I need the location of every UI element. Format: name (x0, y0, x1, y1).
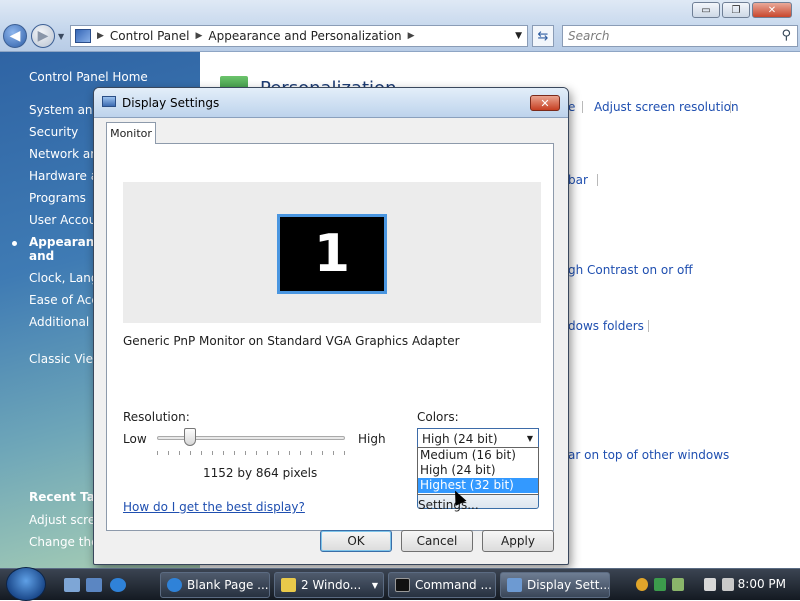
search-placeholder: Search (568, 29, 610, 43)
help-link[interactable]: How do I get the best display? (123, 500, 305, 514)
colors-label: Colors: (417, 410, 459, 424)
resolution-slider-ticks (157, 451, 345, 455)
resolution-low-label: Low (123, 432, 147, 446)
nav-user-accounts[interactable]: User Accounts (29, 213, 93, 227)
recent-task-change[interactable]: Change the (29, 535, 93, 549)
adapter-name: Generic PnP Monitor on Standard VGA Grap… (123, 334, 460, 348)
task-label: Blank Page ... (187, 578, 269, 592)
colors-option-medium[interactable]: Medium (16 bit) (418, 448, 538, 463)
system-tray: 8:00 PM (632, 569, 800, 601)
refresh-icon: ⇆ (537, 28, 549, 44)
task-display-settings[interactable]: Display Sett... (500, 572, 610, 598)
security-alert-icon[interactable] (636, 578, 648, 591)
windows-defender-icon[interactable] (654, 578, 666, 591)
network-icon[interactable] (672, 578, 684, 591)
recent-tasks-heading: Recent Tasks (29, 490, 93, 504)
internet-explorer-icon[interactable] (110, 578, 126, 592)
link-divider (648, 320, 649, 332)
breadcrumb-separator-icon[interactable]: ▶ (196, 31, 203, 41)
resolution-value: 1152 by 864 pixels (203, 466, 318, 480)
resolution-label: Resolution: (123, 410, 190, 424)
network-disconnected-icon[interactable] (704, 578, 716, 591)
dialog-title-bar[interactable]: Display Settings ✕ (94, 88, 568, 118)
link-divider (597, 174, 598, 186)
link-high-contrast[interactable]: gh Contrast on or off (568, 263, 693, 277)
back-button[interactable]: ◀ (3, 24, 27, 48)
nav-additional-options[interactable]: Additional Options (29, 315, 93, 329)
switch-windows-icon[interactable] (86, 578, 102, 592)
control-panel-icon (75, 29, 91, 43)
chevron-down-icon[interactable]: ▼ (527, 434, 533, 443)
refresh-button[interactable]: ⇆ (532, 25, 554, 47)
apply-button[interactable]: Apply (482, 530, 554, 552)
arrow-left-icon: ◀ (9, 28, 21, 44)
window-controls: ▭ ❐ ✕ (692, 2, 792, 18)
colors-option-highest[interactable]: Highest (32 bit) (418, 478, 538, 493)
link-taskbar[interactable]: bar (568, 173, 588, 187)
nav-clock-language[interactable]: Clock, Language, and Region (29, 271, 93, 285)
internet-explorer-icon (167, 578, 182, 592)
ok-button[interactable]: OK (320, 530, 392, 552)
dialog-title: Display Settings (122, 96, 220, 110)
nav-hardware[interactable]: Hardware and Sound (29, 169, 93, 183)
colors-dropdown-list: Medium (16 bit) High (24 bit) Highest (3… (417, 447, 539, 495)
colors-option-high[interactable]: High (24 bit) (418, 463, 538, 478)
task-label: 2 Windo... (301, 578, 362, 592)
address-bar[interactable]: ▶ Control Panel ▶ Appearance and Persona… (70, 25, 528, 47)
nav-security[interactable]: Security (29, 125, 93, 139)
show-desktop-icon[interactable] (64, 578, 80, 592)
command-prompt-icon (395, 578, 410, 592)
task-label: Display Sett... (527, 578, 610, 592)
task-blank-page[interactable]: Blank Page ... (160, 572, 270, 598)
taskbar: Blank Page ... 2 Windo... ▼ Command ... … (0, 567, 800, 601)
breadcrumb-separator-icon[interactable]: ▶ (97, 31, 104, 41)
link-adjust-screen-resolution[interactable]: Adjust screen resolution (594, 100, 739, 114)
link-fragment[interactable]: e (568, 100, 575, 114)
explorer-toolbar: ▭ ❐ ✕ ◀ ▶ ▼ ▶ Control Panel ▶ Appearance… (0, 0, 800, 52)
arrow-right-icon: ▶ (37, 28, 49, 44)
dialog-close-button[interactable]: ✕ (530, 95, 560, 111)
link-divider (582, 101, 583, 113)
link-divider (730, 101, 731, 113)
colors-selected-value: High (24 bit) (422, 432, 498, 446)
resolution-high-label: High (358, 432, 386, 446)
chevron-down-icon: ▼ (371, 581, 378, 590)
folder-icon (281, 578, 296, 592)
current-section-bullet-icon (12, 241, 17, 246)
task-command-prompt[interactable]: Command ... (388, 572, 496, 598)
nav-system-maintenance[interactable]: System and Maintenance (29, 103, 93, 117)
minimize-button[interactable]: ▭ (692, 2, 720, 18)
task-windows-group[interactable]: 2 Windo... ▼ (274, 572, 384, 598)
nav-network[interactable]: Network and Internet (29, 147, 93, 161)
monitor-preview-area: 1 (123, 182, 541, 323)
nav-ease-of-access[interactable]: Ease of Access (29, 293, 93, 307)
forward-button[interactable]: ▶ (31, 24, 55, 48)
search-input[interactable]: Search ⚲ (562, 25, 798, 47)
breadcrumb-appearance[interactable]: Appearance and Personalization (208, 29, 401, 43)
task-label: Command ... (415, 578, 492, 592)
display-icon (507, 578, 522, 592)
search-icon[interactable]: ⚲ (781, 28, 791, 43)
recent-pages-dropdown-icon[interactable]: ▼ (58, 32, 64, 41)
link-on-top[interactable]: ar on top of other windows (568, 448, 729, 462)
recent-task-adjust-resolution[interactable]: Adjust screen resolution (29, 513, 93, 527)
cancel-button[interactable]: Cancel (401, 530, 473, 552)
close-window-button[interactable]: ✕ (752, 2, 792, 18)
tab-monitor[interactable]: Monitor (106, 122, 156, 144)
monitor-1[interactable]: 1 (277, 214, 387, 294)
address-dropdown-icon[interactable]: ▼ (515, 31, 522, 41)
nav-programs[interactable]: Programs (29, 191, 93, 205)
resolution-slider-thumb[interactable] (184, 428, 196, 446)
volume-muted-icon[interactable] (722, 578, 734, 591)
display-icon (102, 96, 116, 107)
link-folders[interactable]: dows folders (568, 319, 644, 333)
breadcrumb-control-panel[interactable]: Control Panel (110, 29, 190, 43)
nav-classic-view[interactable]: Classic View (29, 352, 93, 366)
start-button[interactable] (6, 567, 46, 601)
nav-appearance[interactable]: Appearance and Personalization (29, 235, 93, 263)
nav-control-panel-home[interactable]: Control Panel Home (29, 70, 149, 84)
clock[interactable]: 8:00 PM (738, 577, 786, 591)
breadcrumb-separator-icon[interactable]: ▶ (408, 31, 415, 41)
maximize-button[interactable]: ❐ (722, 2, 750, 18)
